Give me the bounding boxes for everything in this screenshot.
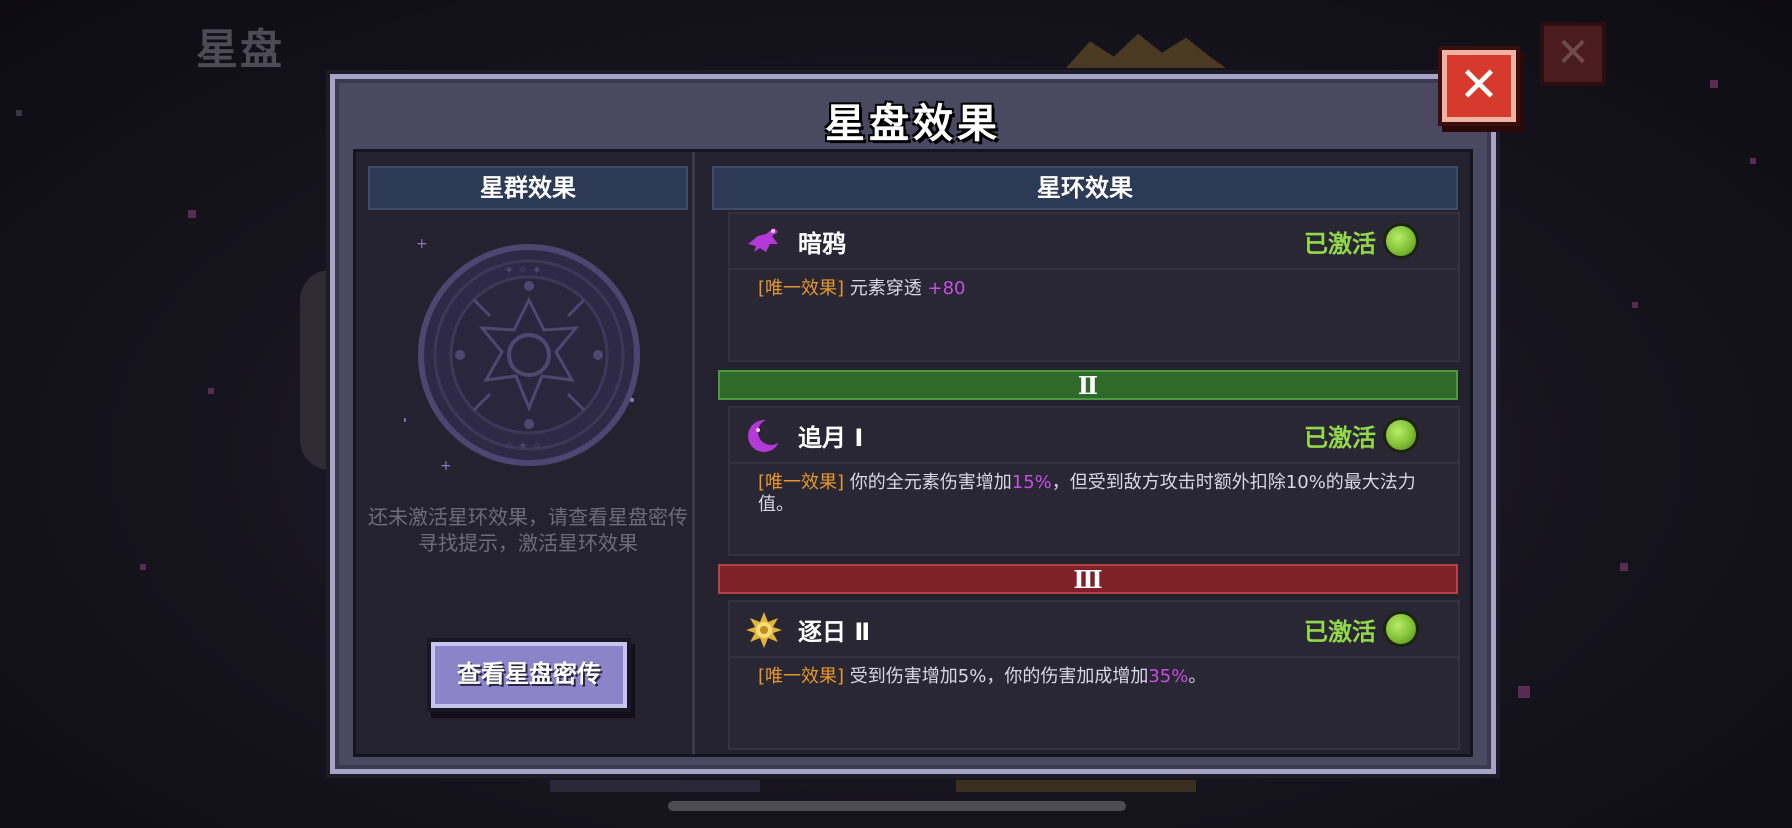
home-indicator[interactable] <box>668 801 1126 811</box>
effect-description: [唯一效果] 元素穿透 +80 <box>730 270 1458 300</box>
moon-icon <box>748 419 784 452</box>
effect-text: 受到伤害增加5%，你的伤害加成增加 <box>849 666 1149 687</box>
tier-divider-3: Ⅲ <box>718 564 1458 594</box>
astrolabe-disc-icon: ✦ ✧ ✦ ✧ ✦ ✧ + + <box>404 236 640 474</box>
background-decoration <box>956 780 1196 792</box>
star-decoration <box>1710 80 1718 88</box>
effect-text-continued: 。 <box>1188 666 1207 687</box>
inactive-hint-text: 还未激活星环效果，请查看星盘密传寻找提示，激活星环效果 <box>368 505 688 555</box>
effect-name: 追月 Ⅰ <box>798 424 864 452</box>
constellation-effects-header: 星群效果 <box>368 166 688 210</box>
background-page-title: 星盘 <box>196 25 285 74</box>
ring-effect-card: 追月 Ⅰ 已激活 [唯一效果] 你的全元素伤害增加15%，但受到敌方攻击时额外扣… <box>728 406 1460 556</box>
effect-name: 暗鸦 <box>798 230 846 258</box>
active-indicator-icon <box>1386 420 1416 450</box>
active-indicator-icon <box>1386 614 1416 644</box>
effect-highlight-value: 35% <box>1148 666 1189 687</box>
star-decoration <box>140 564 146 570</box>
svg-text:✧ ✦ ✧: ✧ ✦ ✧ <box>504 439 542 453</box>
unique-effect-tag: [唯一效果] <box>758 472 845 493</box>
effect-highlight-value: +80 <box>927 278 966 299</box>
background-close-button: ✕ <box>1540 22 1606 86</box>
effect-status: 已激活 <box>1304 618 1376 646</box>
active-indicator-icon <box>1386 226 1416 256</box>
sun-icon <box>746 612 782 648</box>
effect-status: 已激活 <box>1304 230 1376 258</box>
background-decoration <box>550 780 760 792</box>
astrolabe-effects-dialog: 星盘效果 星群效果 ✦ ✧ ✦ ✧ ✦ ✧ + + 还未激活星环效果，请查看星盘… <box>330 74 1496 774</box>
effect-status: 已激活 <box>1304 424 1376 452</box>
tier-divider-2: Ⅱ <box>718 370 1458 400</box>
dialog-title: 星盘效果 <box>825 101 1001 147</box>
star-decoration <box>1518 686 1530 698</box>
close-button[interactable]: ✕ <box>1442 50 1516 122</box>
effect-name: 逐日 Ⅱ <box>798 618 871 646</box>
effect-text: 你的全元素伤害增加 <box>849 472 1012 493</box>
effect-highlight-value: 15% <box>1011 472 1052 493</box>
star-decoration <box>208 388 214 394</box>
svg-text:+: + <box>416 236 428 252</box>
ring-effect-card: 暗鸦 已激活 [唯一效果] 元素穿透 +80 <box>728 212 1460 362</box>
effect-description: [唯一效果] 你的全元素伤害增加15%，但受到敌方攻击时额外扣除10%的最大法力… <box>730 464 1458 516</box>
star-decoration <box>1620 563 1628 571</box>
star-decoration <box>16 110 22 116</box>
unique-effect-tag: [唯一效果] <box>758 666 845 687</box>
star-decoration <box>1632 302 1638 308</box>
svg-text:✦ ✧ ✦: ✦ ✧ ✦ <box>504 263 542 277</box>
effect-description: [唯一效果] 受到伤害增加5%，你的伤害加成增加35%。 <box>730 658 1458 688</box>
ring-effects-header: 星环效果 <box>712 166 1458 210</box>
effect-text: 元素穿透 <box>849 278 928 299</box>
column-divider <box>692 152 695 754</box>
ring-effect-card: 逐日 Ⅱ 已激活 [唯一效果] 受到伤害增加5%，你的伤害加成增加35%。 <box>728 600 1460 750</box>
svg-text:+: + <box>440 458 452 474</box>
crow-icon <box>748 228 778 252</box>
view-astrolabe-secrets-button[interactable]: 查看星盘密传 <box>431 642 627 708</box>
background-decoration <box>1066 33 1226 68</box>
unique-effect-tag: [唯一效果] <box>758 278 845 299</box>
dialog-content: 星群效果 ✦ ✧ ✦ ✧ ✦ ✧ + + 还未激活星环效果，请查看星盘密传寻找提… <box>353 149 1473 757</box>
star-decoration <box>1750 158 1756 164</box>
star-decoration <box>188 210 196 218</box>
